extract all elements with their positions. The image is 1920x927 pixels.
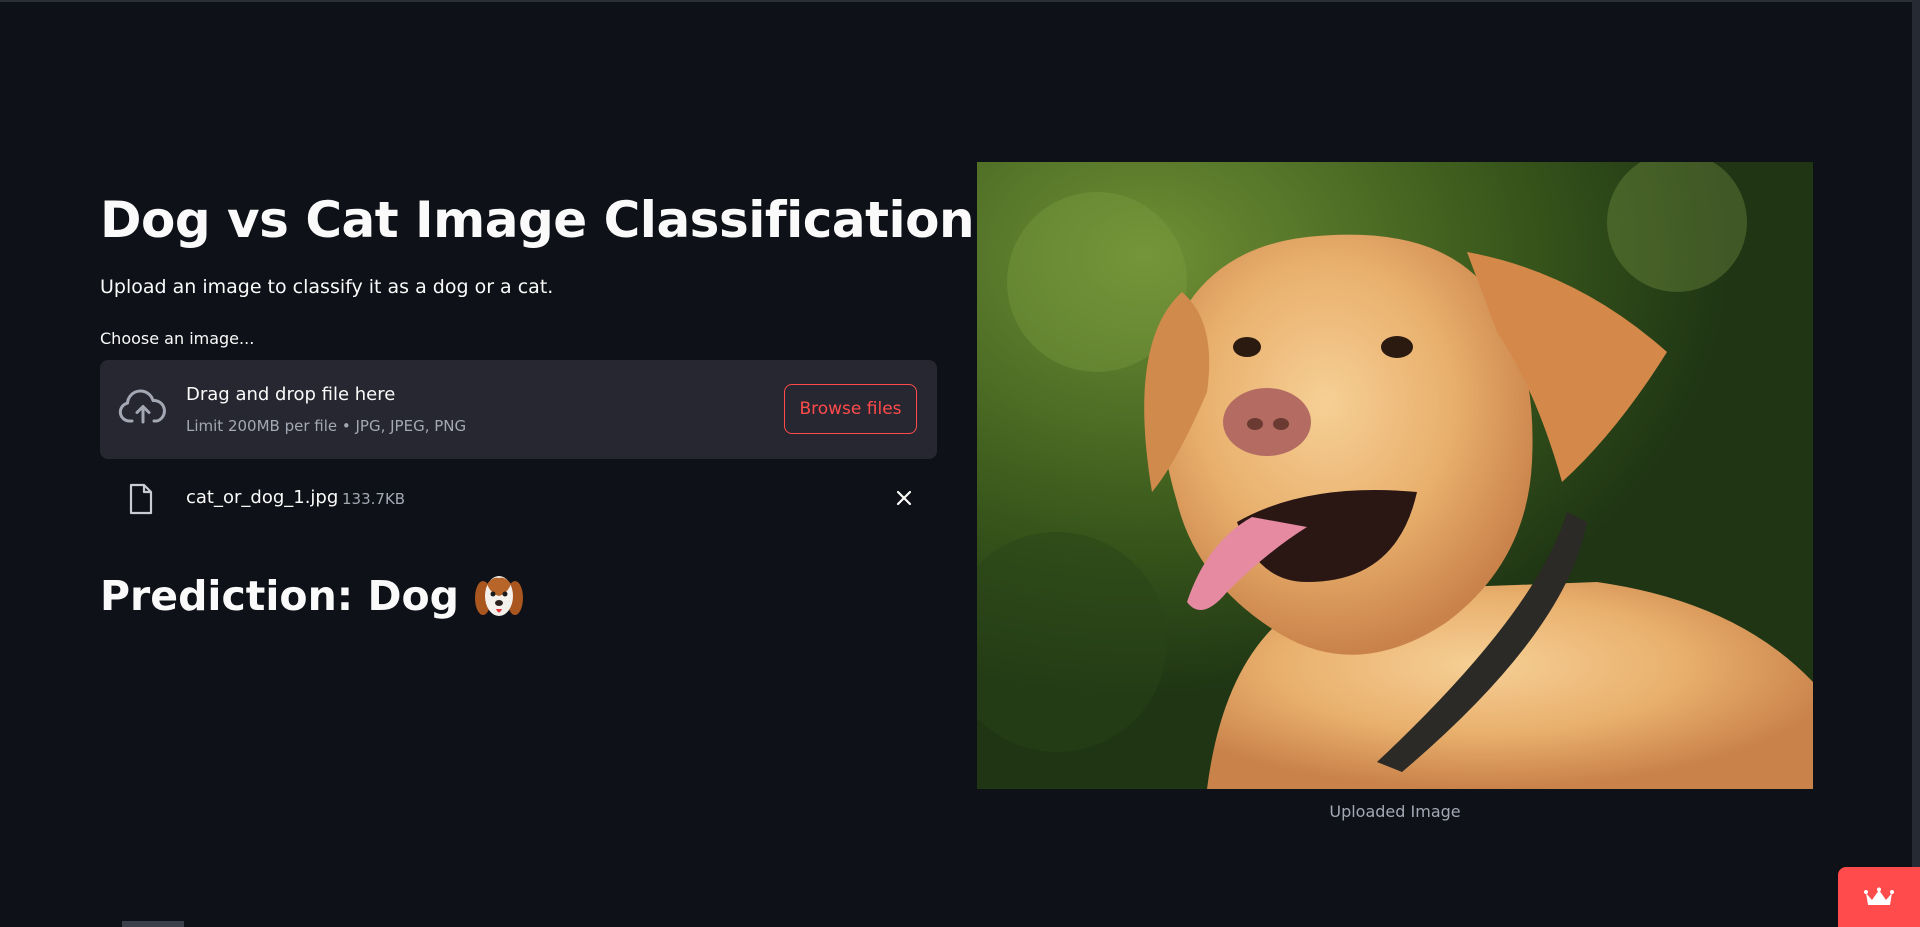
top-divider — [0, 0, 1920, 2]
file-dropzone[interactable]: Drag and drop file here Limit 200MB per … — [100, 360, 937, 459]
file-icon — [129, 483, 153, 515]
close-icon — [896, 490, 912, 506]
upload-cloud-icon — [118, 389, 166, 424]
image-caption: Uploaded Image — [1329, 802, 1461, 821]
uploader-label: Choose an image... — [100, 329, 255, 348]
dog-face-icon — [475, 576, 524, 616]
prediction-text: Prediction: Dog — [100, 572, 460, 620]
page-title: Dog vs Cat Image Classification — [100, 191, 975, 249]
dropzone-title: Drag and drop file here — [186, 384, 396, 405]
page-scrollbar[interactable] — [1912, 0, 1920, 927]
crown-icon — [1864, 887, 1894, 905]
remove-file-button[interactable] — [890, 484, 918, 512]
streamlit-badge[interactable] — [1838, 867, 1920, 927]
prediction-heading: Prediction: Dog — [100, 566, 525, 626]
uploaded-image — [977, 162, 1813, 789]
bottom-scroll-handle[interactable] — [122, 921, 184, 927]
app-page: Dog vs Cat Image Classification Upload a… — [0, 0, 1920, 927]
uploaded-file-row: cat_or_dog_1.jpg 133.7KB — [100, 478, 937, 518]
dropzone-limit-text: Limit 200MB per file • JPG, JPEG, PNG — [186, 417, 467, 435]
file-name: cat_or_dog_1.jpg — [186, 487, 339, 508]
file-size: 133.7KB — [342, 490, 406, 508]
browse-files-button[interactable]: Browse files — [784, 384, 917, 434]
page-subtitle: Upload an image to classify it as a dog … — [100, 276, 554, 298]
dog-photo-illustration — [977, 162, 1813, 789]
